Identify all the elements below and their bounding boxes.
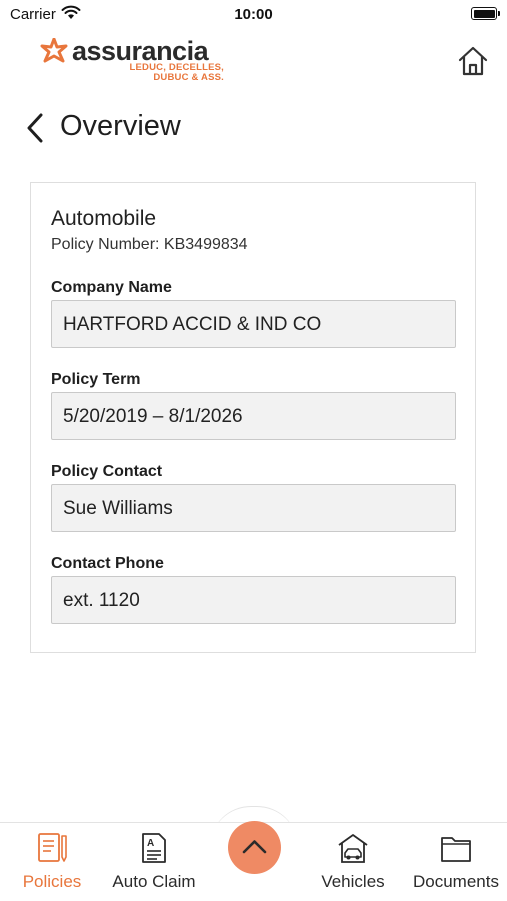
expand-menu-button[interactable] <box>228 821 281 874</box>
logo-subtitle-line-2: DUBUC & ASS. <box>153 72 224 83</box>
logo-star-icon <box>40 38 68 63</box>
policy-number: Policy Number: KB3499834 <box>51 236 248 253</box>
page-title: Overview <box>60 110 181 142</box>
logo-subtitle: LEDUC, DECELLES, DUBUC & ASS. <box>94 63 224 83</box>
svg-text:A: A <box>147 838 154 849</box>
battery-icon <box>471 7 500 20</box>
contact-phone-label: Contact Phone <box>51 555 164 572</box>
status-time: 10:00 <box>234 6 273 23</box>
policy-contact-field[interactable]: Sue Williams <box>51 484 456 532</box>
tab-documents[interactable]: Documents <box>406 823 506 901</box>
policy-term-label: Policy Term <box>51 371 141 388</box>
status-bar: Carrier 10:00 <box>0 0 507 28</box>
tab-label-policies: Policies <box>22 872 82 891</box>
home-button[interactable] <box>456 44 490 78</box>
policy-term-field[interactable]: 5/20/2019 – 8/1/2026 <box>51 392 456 440</box>
home-icon <box>458 46 488 76</box>
app-logo: assurancia LEDUC, DECELLES, DUBUC & ASS. <box>40 36 230 88</box>
documents-icon <box>441 837 471 862</box>
tab-label-auto-claim: Auto Claim <box>112 872 196 891</box>
company-name-label: Company Name <box>51 279 172 296</box>
tab-auto-claim[interactable]: A Auto Claim <box>104 823 204 901</box>
policy-card: Automobile Policy Number: KB3499834 Comp… <box>30 182 476 653</box>
auto-claim-icon: A <box>142 833 166 863</box>
tab-label-vehicles: Vehicles <box>321 872 385 891</box>
tab-vehicles[interactable]: Vehicles <box>306 823 400 901</box>
policy-contact-label: Policy Contact <box>51 463 163 480</box>
contact-phone-field[interactable]: ext. 1120 <box>51 576 456 624</box>
company-name-field[interactable]: HARTFORD ACCID & IND CO <box>51 300 456 348</box>
back-button[interactable] <box>24 112 48 144</box>
vehicles-icon <box>338 834 368 863</box>
chevron-left-icon <box>27 113 43 143</box>
policies-icon <box>38 833 67 862</box>
tab-label-documents: Documents <box>413 872 499 891</box>
policy-type: Automobile <box>51 207 157 230</box>
tab-policies[interactable]: Policies <box>10 823 94 901</box>
chevron-up-icon <box>242 840 267 854</box>
